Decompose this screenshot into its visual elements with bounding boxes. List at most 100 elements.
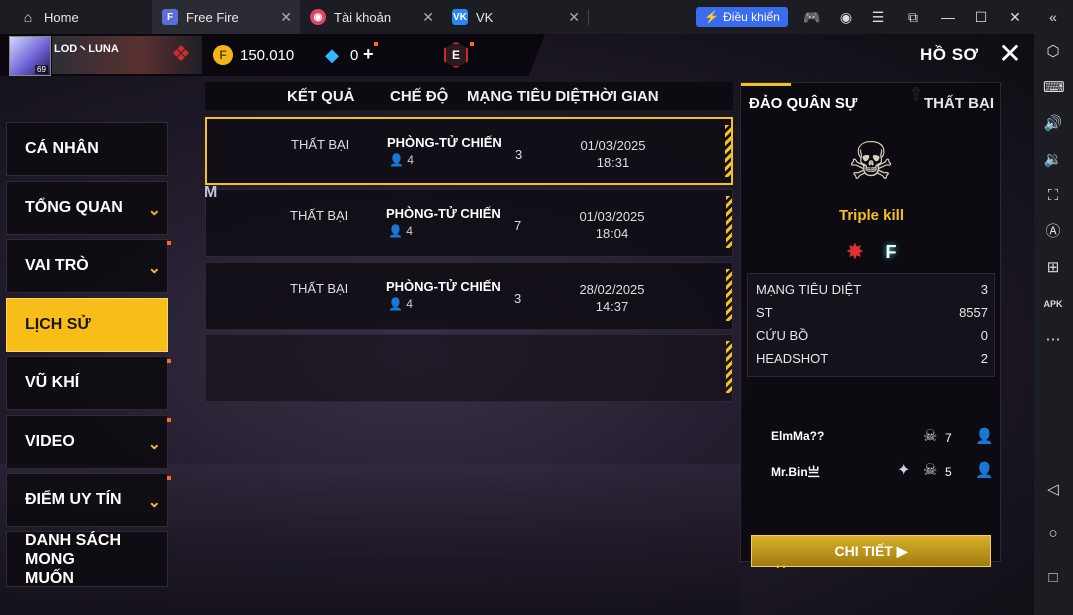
home-circle-icon[interactable]: ○: [1043, 524, 1063, 544]
stat-row: ST 8557: [756, 305, 988, 320]
stat-row: MẠNG TIÊU DIỆT 3: [756, 282, 988, 297]
skull-kill-icon: ☠: [923, 428, 938, 445]
match-date: 01/03/2025: [580, 138, 646, 153]
menu-icon[interactable]: ☰: [870, 9, 886, 25]
apk-icon[interactable]: APK: [1043, 294, 1063, 314]
player-count: 👤 4: [388, 297, 413, 311]
match-time: 18:31: [596, 155, 630, 170]
divider: [588, 9, 589, 25]
add-friend-icon[interactable]: 👤: [975, 427, 994, 445]
notification-dot: [374, 42, 378, 46]
game-viewport: 69 LOD丶LUNA ❖ F 150.010 ◆ 0 + E HỒ SƠ ✕ …: [0, 34, 1034, 615]
menu-item-history[interactable]: LỊCH SỬ: [6, 298, 168, 352]
control-button[interactable]: ⚡ Điều khiển: [696, 7, 788, 27]
gold-coin-icon: F: [213, 45, 233, 65]
stat-row: HEADSHOT 2: [756, 351, 988, 366]
tab-label: Tài khoản: [334, 9, 392, 25]
stat-label: MẠNG TIÊU DIỆT: [756, 282, 862, 297]
teammate-name[interactable]: ElmMa??: [771, 429, 824, 443]
maximize-icon[interactable]: ☐: [973, 9, 989, 25]
mvp-mark-icon: M: [204, 184, 218, 201]
player-count-value: 4: [406, 297, 413, 311]
column-header-result: KẾT QUẢ: [287, 88, 355, 105]
teammate-kills: 5: [945, 465, 952, 479]
history-table-header: KẾT QUẢ CHẾ ĐỘ MẠNG TIÊU DIỆT THỜI GIAN …: [205, 82, 924, 110]
match-result: THẤT BẠI: [291, 137, 350, 152]
tab-free-fire[interactable]: F Free Fire ✕: [152, 0, 300, 34]
table-row[interactable]: M THẤT BẠI PHÒNG-TỬ CHIẾN 👤 4 7 01/03/20…: [204, 184, 733, 257]
avatar[interactable]: 69: [9, 36, 51, 76]
menu-item-overview[interactable]: TỔNG QUAN ⌄: [6, 181, 168, 235]
account-circle-icon[interactable]: ◉: [838, 9, 854, 25]
match-datetime: 01/03/2025 18:31: [577, 137, 649, 171]
menu-item-label: VŨ KHÍ: [25, 374, 80, 391]
match-mode: PHÒNG-TỬ CHIẾN: [387, 135, 502, 150]
menu-item-video[interactable]: VIDEO ⌄: [6, 415, 168, 469]
account-app-icon: ◉: [310, 9, 326, 25]
match-kills: 3: [514, 291, 522, 306]
menu-item-roles[interactable]: VAI TRÒ ⌄: [6, 239, 168, 293]
tab-label: VK: [476, 9, 494, 25]
menu-item-reputation[interactable]: ĐIỂM UY TÍN ⌄: [6, 473, 168, 527]
more-icon[interactable]: ⋯: [1043, 330, 1063, 350]
menu-item-label: VAI TRÒ: [25, 257, 89, 274]
back-icon[interactable]: ◁: [1043, 480, 1063, 500]
stat-value: 8557: [959, 305, 988, 320]
keyboard-icon[interactable]: ⌨: [1043, 78, 1065, 98]
menu-item-label: TỔNG QUAN: [25, 199, 123, 216]
add-diamond-button[interactable]: +: [363, 44, 374, 65]
person-icon: 👤: [389, 153, 404, 167]
stat-row: CỨU BỒ 0: [756, 328, 988, 343]
detail-button[interactable]: CHI TIẾT ▶: [751, 535, 991, 567]
teammate-name[interactable]: Mr.Bin亗: [771, 463, 820, 480]
detail-result: THẤT BẠI: [924, 95, 994, 112]
kill-badge-icon: ✸: [845, 239, 865, 264]
rank-icon: ✦: [897, 462, 911, 479]
recents-icon[interactable]: □: [1043, 568, 1063, 588]
notification-dot: [167, 241, 171, 245]
match-kills: 3: [515, 147, 523, 162]
minimize-icon[interactable]: —: [940, 9, 956, 25]
menu-item-personal[interactable]: CÁ NHÂN: [6, 122, 168, 176]
table-row[interactable]: THẤT BẠI PHÒNG-TỬ CHIẾN 👤 4 3 28/02/2025…: [205, 262, 733, 330]
tab-vk[interactable]: VK VK ✕: [442, 0, 588, 34]
rotate-icon[interactable]: Ⓐ: [1043, 222, 1063, 242]
match-date: 01/03/2025: [579, 209, 645, 224]
add-instance-icon[interactable]: ⊞: [1043, 258, 1063, 278]
close-icon[interactable]: ✕: [996, 40, 1024, 68]
menu-item-weapons[interactable]: VŨ KHÍ: [6, 356, 168, 410]
close-tab-icon[interactable]: ✕: [422, 9, 434, 26]
player-count-value: 4: [407, 153, 414, 167]
panel-accent-line: [741, 83, 791, 86]
collapse-sidebar-icon[interactable]: «: [1045, 9, 1061, 25]
chevron-down-icon: ⌄: [147, 436, 161, 453]
volume-up-icon[interactable]: 🔊: [1043, 114, 1063, 134]
gamepad-icon[interactable]: 🎮: [803, 9, 820, 25]
control-button-label: Điều khiển: [723, 10, 780, 24]
player-count-value: 4: [406, 224, 413, 238]
page-title: HỒ SƠ: [920, 45, 979, 64]
notification-dot: [470, 42, 474, 46]
achievement-label: Triple kill: [838, 207, 905, 224]
lightning-icon: ⚡: [704, 10, 720, 24]
stat-value: 2: [980, 351, 988, 366]
match-mode: PHÒNG-TỬ CHIẾN: [386, 279, 501, 294]
close-tab-icon[interactable]: ✕: [568, 9, 580, 26]
vk-app-icon: VK: [452, 9, 468, 25]
tab-account[interactable]: ◉ Tài khoản ✕: [300, 0, 442, 34]
screenshot-icon[interactable]: ⛶: [1043, 186, 1063, 206]
restore-window-icon[interactable]: ⧉: [905, 9, 921, 25]
menu-item-wishlist[interactable]: DANH SÁCH MONG MUỐN: [6, 531, 168, 587]
tab-label: Home: [44, 9, 79, 25]
table-row[interactable]: THẤT BẠI PHÒNG-TỬ CHIẾN 👤 4 3 01/03/2025…: [205, 117, 733, 185]
close-window-icon[interactable]: ✕: [1007, 9, 1023, 25]
tab-home[interactable]: ⌂ Home: [0, 0, 152, 34]
add-friend-icon[interactable]: 👤: [975, 461, 994, 479]
settings-hex-icon[interactable]: ⬡: [1043, 42, 1063, 62]
stat-value: 0: [980, 328, 988, 343]
volume-down-icon[interactable]: 🔉: [1043, 150, 1063, 170]
menu-item-label: CÁ NHÂN: [25, 140, 99, 157]
close-tab-icon[interactable]: ✕: [280, 9, 292, 26]
rank-badge-icon: ❖: [171, 41, 191, 66]
f-badge-icon: F: [885, 242, 897, 262]
